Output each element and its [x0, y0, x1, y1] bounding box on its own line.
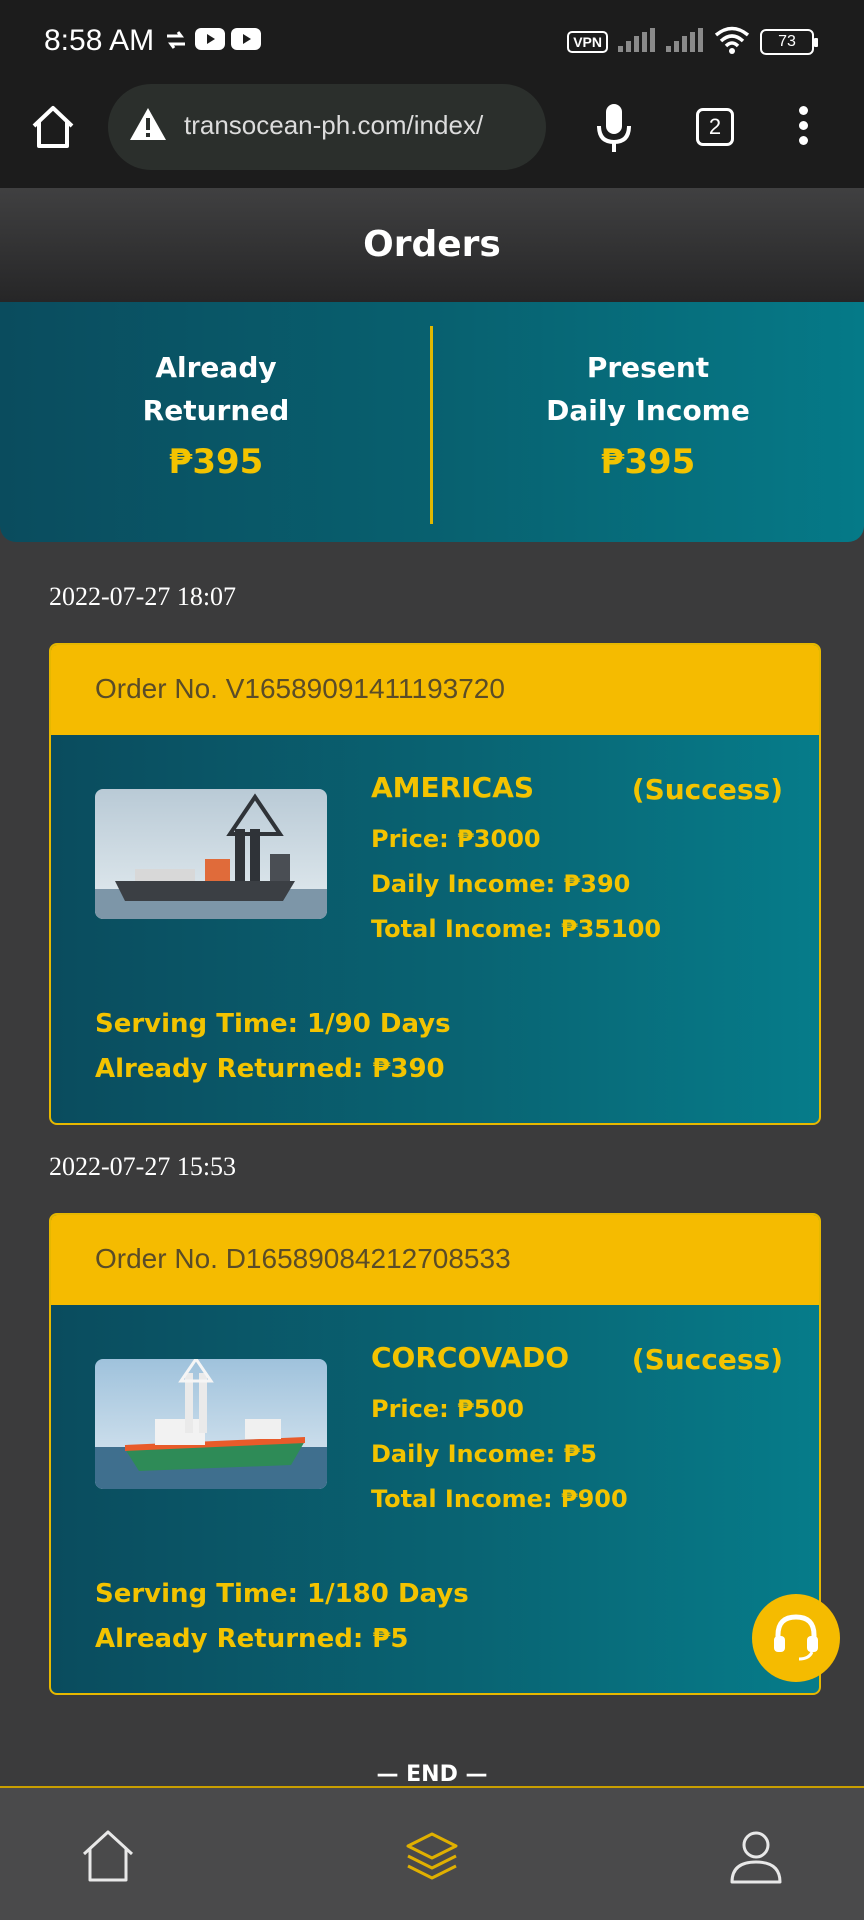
battery-icon: 73 — [760, 29, 818, 55]
serving-time: Serving Time: 1/90 Days — [95, 1009, 451, 1039]
order-daily-income: Daily Income: ₱5 — [371, 1440, 597, 1468]
order-price: Price: ₱3000 — [371, 825, 541, 853]
address-bar[interactable]: transocean-ph.com/index/ — [108, 84, 546, 170]
url-text[interactable]: transocean-ph.com/index/ — [184, 110, 483, 141]
order-status: (Success) — [631, 1343, 783, 1376]
sync-icon — [163, 28, 189, 56]
ship-image — [95, 789, 327, 919]
youtube-icon — [231, 28, 261, 56]
order-card[interactable]: Order No. D16589084212708533 CORCOVADO (… — [49, 1213, 821, 1695]
already-returned-summary: Already Returned ₱395 — [0, 346, 432, 482]
page-header: Orders — [0, 188, 864, 302]
home-icon[interactable] — [78, 1826, 138, 1886]
summary-label: Present — [586, 351, 710, 384]
order-total-income: Total Income: ₱35100 — [371, 915, 662, 943]
ship-name: CORCOVADO — [371, 1341, 569, 1374]
more-vert-icon[interactable] — [788, 106, 818, 150]
order-total-income: Total Income: ₱900 — [371, 1485, 628, 1513]
home-icon[interactable] — [28, 102, 78, 152]
daily-income-amount: ₱395 — [600, 442, 696, 482]
layers-icon[interactable] — [402, 1826, 462, 1886]
order-date: 2022-07-27 18:07 — [49, 582, 237, 611]
wifi-icon — [714, 26, 750, 58]
already-returned-amount: ₱395 — [168, 442, 264, 482]
vpn-badge: VPN — [567, 31, 608, 53]
order-daily-income: Daily Income: ₱390 — [371, 870, 631, 898]
bottom-navigation — [0, 1786, 864, 1920]
signal-icon — [618, 28, 656, 56]
signal-icon — [666, 28, 704, 56]
warning-icon[interactable] — [128, 106, 168, 146]
order-already-returned: Already Returned: ₱390 — [95, 1054, 445, 1084]
customer-support-button[interactable] — [752, 1594, 840, 1682]
user-icon[interactable] — [726, 1826, 786, 1886]
status-bar: 8:58 AM VPN 73 — [0, 0, 864, 80]
serving-time: Serving Time: 1/180 Days — [95, 1579, 469, 1609]
order-already-returned: Already Returned: ₱5 — [95, 1624, 409, 1654]
ship-name: AMERICAS — [371, 771, 535, 804]
headset-icon — [769, 1609, 823, 1667]
order-card[interactable]: Order No. V16589091411193720 AMERICAS (S… — [49, 643, 821, 1125]
mic-icon[interactable] — [594, 102, 634, 158]
browser-toolbar: transocean-ph.com/index/ 2 — [0, 80, 864, 188]
page-title: Orders — [363, 224, 501, 265]
order-number: Order No. V16589091411193720 — [51, 645, 819, 735]
income-summary: Already Returned ₱395 Present Daily Inco… — [0, 302, 864, 542]
order-status: (Success) — [631, 773, 783, 806]
end-of-list-marker: — END — — [376, 1762, 488, 1787]
order-price: Price: ₱500 — [371, 1395, 524, 1423]
summary-label: Already — [155, 351, 277, 384]
ship-image — [95, 1359, 327, 1489]
order-date: 2022-07-27 15:53 — [49, 1152, 237, 1181]
youtube-icon — [195, 28, 225, 56]
tabs-icon[interactable]: 2 — [696, 108, 734, 146]
status-time: 8:58 AM — [44, 24, 155, 57]
order-number: Order No. D16589084212708533 — [51, 1215, 819, 1305]
summary-label: Daily Income — [546, 394, 750, 427]
daily-income-summary: Present Daily Income ₱395 — [432, 346, 864, 482]
summary-label: Returned — [142, 394, 290, 427]
